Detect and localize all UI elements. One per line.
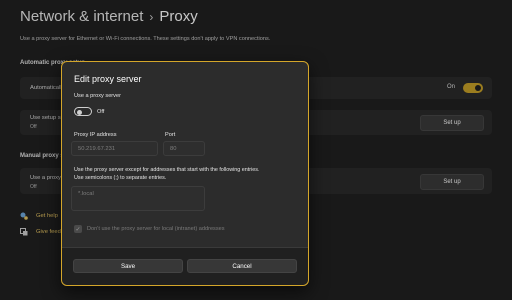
proxy-ip-input[interactable]: 50.219.67.231 [71,141,158,156]
cancel-button[interactable]: Cancel [187,259,297,273]
dialog-footer: Save Cancel [62,247,308,285]
port-input[interactable]: 80 [163,141,205,156]
toggle-knob-icon [77,109,82,115]
dialog-title: Edit proxy server [74,74,142,84]
dialog-use-proxy-label: Use a proxy server [74,93,121,99]
save-button[interactable]: Save [73,259,183,273]
edit-proxy-dialog: Edit proxy server Use a proxy server Off… [61,61,309,286]
exceptions-instructions: Use the proxy server except for addresse… [74,167,260,173]
proxy-ip-label: Proxy IP address [74,132,117,138]
port-label: Port [165,132,176,138]
exceptions-separator-note: Use semicolons (;) to separate entries. [74,175,167,181]
dialog-use-proxy-toggle[interactable] [74,107,92,116]
local-addresses-checkbox[interactable]: ✓ [74,225,82,233]
dialog-toggle-state: Off [97,109,105,115]
checkmark-icon: ✓ [75,226,81,233]
exceptions-textarea[interactable]: *.local [71,186,205,211]
local-addresses-label: Don't use the proxy server for local (in… [87,226,225,232]
